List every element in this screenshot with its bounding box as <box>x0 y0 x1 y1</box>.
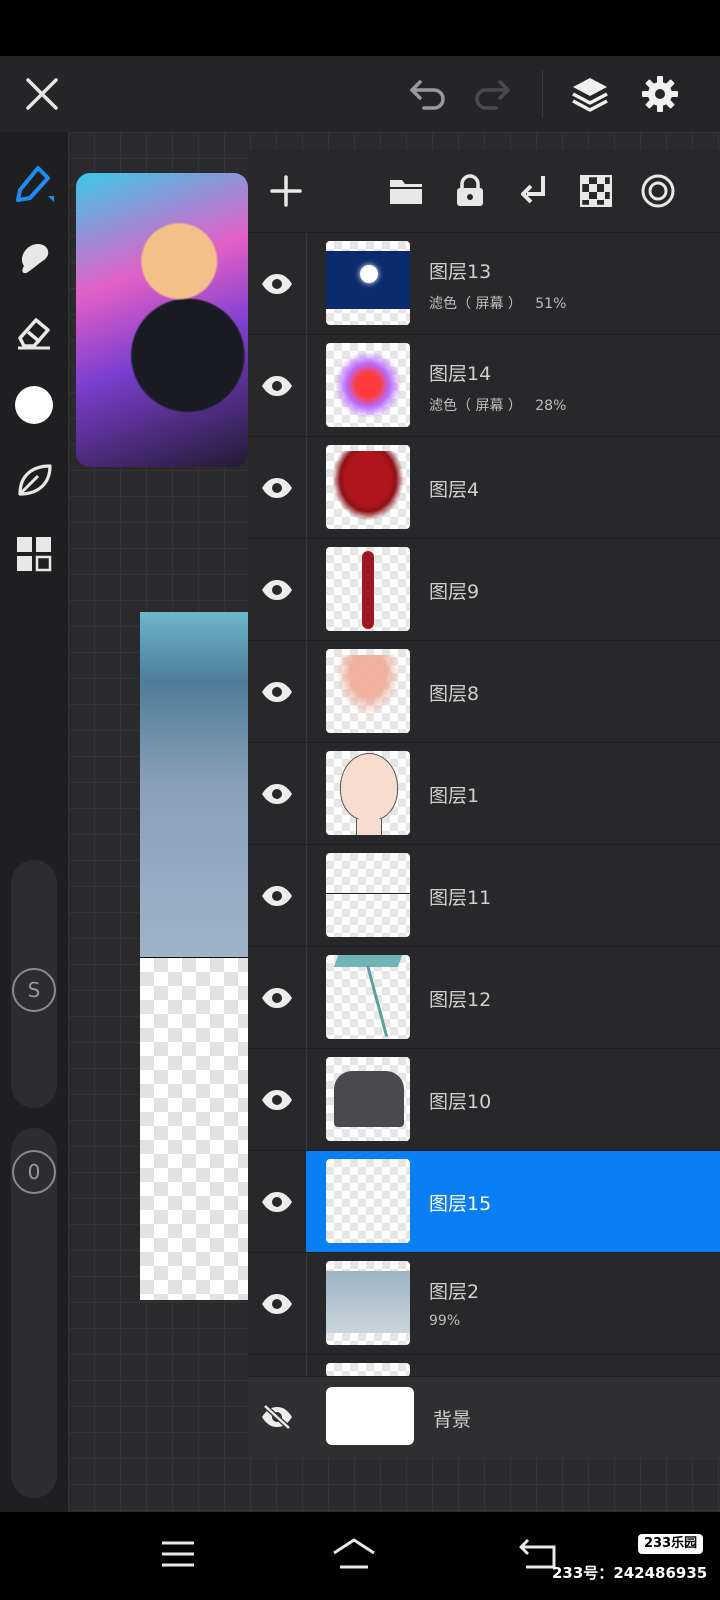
reference-image[interactable] <box>76 173 248 467</box>
layer-row[interactable]: 图层2 99% <box>248 1252 720 1355</box>
layer-thumbnail <box>326 1057 410 1141</box>
watermark-id-label: 233号： <box>552 1564 614 1582</box>
layer-thumbnail <box>326 1363 410 1377</box>
layer-name: 图层12 <box>429 989 492 1011</box>
layer-name: 图层15 <box>429 1193 492 1215</box>
layers-icon[interactable] <box>560 56 620 132</box>
menu-icon[interactable] <box>148 1526 208 1582</box>
layer-row[interactable]: 图层8 <box>248 640 720 743</box>
eye-off-icon[interactable] <box>248 1377 306 1457</box>
layer-row[interactable]: 图层1 <box>248 742 720 845</box>
layer-thumbnail <box>326 853 410 937</box>
layer-row-partial[interactable] <box>248 1354 720 1377</box>
leaf-tool-icon[interactable] <box>6 452 62 508</box>
layer-row[interactable]: 图层4 <box>248 436 720 539</box>
folder-icon[interactable] <box>376 150 436 232</box>
layer-opacity: 99% <box>429 1313 461 1329</box>
layers-panel: 图层13 滤色（ 屏幕 ） 51% 图层14 滤色（ 屏幕 ） 28% 图层4 … <box>248 150 720 1457</box>
watermark-id-value: 242486935 <box>613 1564 708 1582</box>
watermark-brand: 233乐园 <box>638 1534 704 1554</box>
layer-blend-info: 滤色（ 屏幕 ） 28% <box>429 398 567 414</box>
layer-name: 图层11 <box>429 887 492 909</box>
canvas-artwork <box>140 612 248 959</box>
top-toolbar <box>0 56 720 132</box>
layer-row[interactable]: 图层11 <box>248 844 720 947</box>
layer-name: 图层13 <box>429 261 492 283</box>
layer-row-selected[interactable]: 图层15 <box>248 1150 720 1253</box>
layer-thumbnail <box>326 445 410 529</box>
add-layer-icon[interactable] <box>256 150 316 232</box>
brush-opacity-label: 0 <box>12 1150 56 1194</box>
layer-row[interactable]: 图层10 <box>248 1048 720 1151</box>
materials-grid-icon[interactable] <box>6 526 62 582</box>
layer-name: 图层9 <box>429 581 480 603</box>
brush-tool-icon[interactable] <box>6 154 62 210</box>
eye-icon[interactable] <box>248 845 306 947</box>
background-thumbnail <box>326 1387 414 1445</box>
left-tool-column: S 0 <box>0 132 68 1512</box>
merge-down-icon[interactable] <box>504 150 564 232</box>
layer-thumbnail <box>326 343 410 427</box>
layer-thumbnail <box>326 1261 410 1345</box>
layer-row[interactable]: 图层9 <box>248 538 720 641</box>
layer-thumbnail <box>326 751 410 835</box>
layer-thumbnail <box>326 547 410 631</box>
close-icon[interactable] <box>12 56 72 132</box>
color-swatch[interactable] <box>6 377 62 433</box>
home-icon[interactable] <box>324 1526 384 1582</box>
redo-icon[interactable] <box>462 56 522 132</box>
layer-row[interactable]: 图层14 滤色（ 屏幕 ） 28% <box>248 334 720 437</box>
layer-row[interactable]: 图层12 <box>248 946 720 1049</box>
eye-icon[interactable] <box>248 1253 306 1355</box>
eye-icon[interactable] <box>248 743 306 845</box>
layer-name: 图层10 <box>429 1091 492 1113</box>
toolbar-divider <box>542 70 543 118</box>
eye-icon[interactable] <box>248 1151 306 1253</box>
layers-panel-toolbar <box>248 150 720 232</box>
eye-icon[interactable] <box>248 947 306 1049</box>
layer-thumbnail <box>326 649 410 733</box>
background-layer-name: 背景 <box>433 1409 472 1431</box>
layer-row[interactable]: 图层13 滤色（ 屏幕 ） 51% <box>248 232 720 335</box>
eye-icon[interactable] <box>248 233 306 335</box>
smudge-tool-icon[interactable] <box>6 230 62 286</box>
layer-name: 图层4 <box>429 479 480 501</box>
watermark-id: 233号：242486935 <box>552 1562 707 1583</box>
layer-name: 图层8 <box>429 683 480 705</box>
transparency-icon[interactable] <box>566 150 626 232</box>
eye-icon[interactable] <box>248 1049 306 1151</box>
layer-thumbnail <box>326 241 410 325</box>
brush-size-label: S <box>12 968 56 1012</box>
eraser-tool-icon[interactable] <box>6 304 62 360</box>
gear-icon[interactable] <box>630 56 690 132</box>
layer-thumbnail <box>326 1159 410 1243</box>
eye-icon[interactable] <box>248 335 306 437</box>
eye-icon[interactable] <box>248 539 306 641</box>
status-bar <box>0 0 720 56</box>
layer-name: 图层1 <box>429 785 480 807</box>
lock-icon[interactable] <box>440 150 500 232</box>
canvas-transparent-area <box>140 958 248 1300</box>
layer-blend-info: 滤色（ 屏幕 ） 51% <box>429 296 567 312</box>
watermark: 233乐园 233号：242486935 <box>540 1534 715 1590</box>
eye-icon[interactable] <box>248 641 306 743</box>
eye-icon[interactable] <box>248 437 306 539</box>
background-layer-row[interactable]: 背景 <box>248 1376 720 1457</box>
undo-icon[interactable] <box>398 56 458 132</box>
target-icon[interactable] <box>628 150 688 232</box>
layer-name: 图层2 <box>429 1281 480 1303</box>
layer-thumbnail <box>326 955 410 1039</box>
layer-name: 图层14 <box>429 363 492 385</box>
